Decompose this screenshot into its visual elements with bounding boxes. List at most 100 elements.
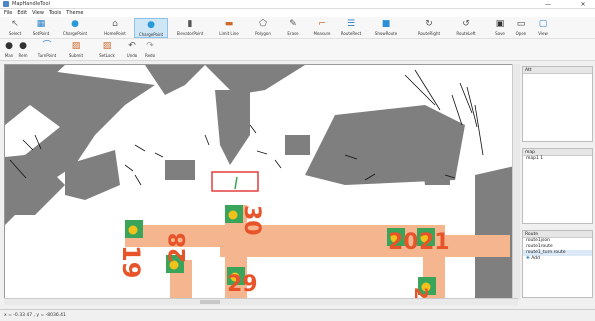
select-icon: ↖ [11,19,19,29]
toolbar-routeleft-button[interactable]: ↺ RouteLeft [448,18,484,38]
toolbar2-undo-button[interactable]: ↶ Undo [124,40,140,60]
station-label: 19 [117,245,145,278]
menu-theme[interactable]: Theme [66,10,83,16]
map-horizontal-scrollbar[interactable] [4,298,518,305]
charge-point-icon: ● [71,19,79,29]
map-svg: 1920 212829302 [5,65,517,299]
menu-edit[interactable]: Edit [17,10,27,16]
menu-tools[interactable]: Tools [49,10,61,16]
map-list-item[interactable]: map1 1 [523,156,592,162]
toolbar-routerect-button[interactable]: ☰ RouteRect [336,18,366,38]
menu-file[interactable]: File [4,10,12,16]
station-label: 29 [227,272,258,297]
toolbar-routeright-button[interactable]: ↻ RouteRight [412,18,446,38]
toolbar-button-label: Erase [287,31,299,36]
map-panel: map map1 1 [522,148,593,224]
toolbar-button-label: ShowRoute [374,31,398,36]
toolbar-button-label: TurnPoint [37,53,57,58]
limit-line-icon: ▬ [224,19,234,29]
set-lock-icon: ▨ [102,41,112,51]
station-label: 21 [419,230,450,255]
toolbar-chargepoint-button[interactable]: ● ChargePoint [58,18,92,38]
route-panel-header: Route [523,231,592,238]
toolbar-save-button[interactable]: ▣ Save [490,18,510,38]
station-label: 30 [239,205,264,236]
toolbar-showroute-button[interactable]: ■ ShowRoute [366,18,406,38]
toolbar-button-label: RouteRight [417,31,441,36]
man-icon: ● [5,41,13,51]
scroll-thumb[interactable] [200,300,220,304]
view-icon: ▢ [538,19,548,29]
menu-view[interactable]: View [32,10,44,16]
rem-icon: ● [19,41,27,51]
home-point-icon: ⌂ [112,19,118,29]
toolbar2-rem-button[interactable]: ● Rem [16,40,30,60]
route-band[interactable] [220,235,510,257]
map-canvas[interactable]: 19 20 21 28 29 30 2 [4,64,518,300]
submit-icon: ▨ [71,41,81,51]
station-marker[interactable]: 29 [227,267,258,297]
map-vertical-scrollbar[interactable] [512,64,520,300]
toolbar-button-label: Submit [68,53,84,58]
toolbar2-setlock-button[interactable]: ▨ SetLock [92,40,122,60]
toolbar-open-button[interactable]: ▭ Open [510,18,532,38]
toolbar-button-label: RouteLeft [456,31,476,36]
toolbar2-redo-button[interactable]: ↷ Redo [142,40,158,60]
toolbar-setpoint-button[interactable]: ▦ SetPoint [26,18,56,38]
toolbar-button-label: Rem [18,53,28,58]
title-bar: MapHandleTool [0,0,595,9]
minimize-button[interactable]: — [540,0,556,9]
show-route-icon: ■ [381,19,391,29]
toolbar-button-label: View [538,31,548,36]
toolbar-button-label: Select [8,31,22,36]
set-point-icon: ▦ [36,19,46,29]
route-panel: Route route1json route1route route1_turn… [522,230,593,298]
toolbar-button-label: ChargePoint [138,32,164,37]
main-toolbar: ↖ Select ▦ SetPoint ● ChargePoint ⌂ HomePoint ● C… [0,17,595,39]
station-point [228,210,238,220]
toolbar-homepoint-button[interactable]: ⌂ HomePoint [100,18,130,38]
elevator-point-icon: ▮ [187,19,193,29]
toolbar-limit-line-button[interactable]: ▬ Limit Line [212,18,246,38]
polygon-icon: ⬠ [259,19,267,29]
route-left-icon: ↺ [462,19,470,29]
toolbar-chargepoint-button[interactable]: ● ChargePoint [134,18,168,38]
toolbar-elevatorpoint-button[interactable]: ▮ ElevatorPoint [170,18,210,38]
toolbar-select-button[interactable]: ↖ Select [2,18,28,38]
add-icon: ✚ [526,256,530,261]
toolbar-button-label: SetPoint [32,31,50,36]
route-add-label: Add [531,256,540,261]
erase-icon: ✎ [289,19,297,29]
toolbar-erase-button[interactable]: ✎ Erase [278,18,308,38]
toolbar-button-label: Redo [144,53,156,58]
attribute-panel: Att [522,66,593,142]
toolbar-button-label: HomePoint [104,31,126,36]
route-add-item[interactable]: ✚ Add [523,256,592,262]
toolbar2-submit-button[interactable]: ▨ Submit [64,40,88,60]
toolbar-button-label: Save [495,31,505,36]
status-bar: x = -0.33 47 , y = -8036.41 [0,309,595,321]
toolbar-measure-button[interactable]: ⌐ Measure [308,18,336,38]
map-panel-header: map [523,149,592,156]
toolbar-button-label: ElevatorPoint [176,31,204,36]
toolbar-button-label: RouteRect [340,31,362,36]
open-icon: ▭ [516,19,526,29]
cursor-coordinates: x = -0.33 47 , y = -8036.41 [4,313,66,318]
measure-icon: ⌐ [318,19,326,29]
toolbar2-turnpoint-button[interactable]: ⌒ TurnPoint [32,40,62,60]
toolbar-button-label: SetLock [99,53,115,58]
toolbar-button-label: Measure [313,31,331,36]
charge-point-icon: ● [147,20,155,30]
toolbar-polygon-button[interactable]: ⬠ Polygon [250,18,276,38]
secondary-toolbar: ● Man ● Rem ⌒ TurnPoint ▨ Submit ▨ SetLock ↶ Undo ↷ R… [0,39,595,61]
station-marker[interactable]: 20 [387,228,419,255]
undo-icon: ↶ [128,41,136,51]
station-marker[interactable]: 21 [417,228,450,255]
toolbar-button-label: Open [515,31,527,36]
station-label: 20 [388,230,419,255]
toolbar-button-label: ChargePoint [62,31,88,36]
toolbar2-man-button[interactable]: ● Man [2,40,16,60]
close-button[interactable]: ✕ [575,0,591,9]
toolbar-view-button[interactable]: ▢ View [532,18,554,38]
app-icon [3,1,9,7]
